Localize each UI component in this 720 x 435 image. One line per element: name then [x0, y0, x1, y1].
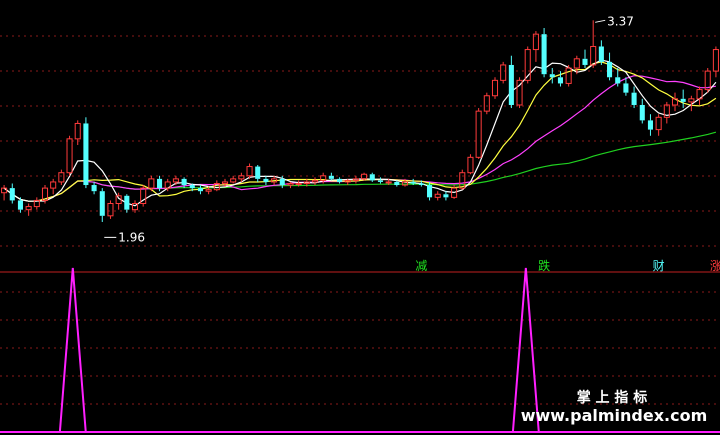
candle: [377, 177, 383, 184]
candle: [25, 203, 32, 216]
indicator-line: [58, 267, 540, 433]
signal-label-zhang: 涨: [710, 258, 720, 273]
candle: [99, 188, 105, 222]
candle: [655, 114, 662, 136]
candle: [647, 114, 653, 136]
indicator-spike: [58, 267, 87, 433]
candle: [328, 172, 334, 181]
candle: [58, 169, 65, 186]
candle: [9, 183, 15, 204]
candle: [516, 77, 523, 109]
candle: [475, 108, 482, 159]
candle: [671, 92, 679, 112]
candle: [197, 185, 203, 195]
candle: [83, 117, 89, 189]
watermark-title: 掌 上 指 标: [577, 389, 648, 406]
high-label: 3.37: [607, 14, 634, 28]
candle: [508, 55, 514, 109]
ma-green-line: [3, 131, 717, 202]
candle: [263, 175, 269, 186]
candle: [91, 181, 97, 195]
candle: [467, 154, 474, 175]
candle: [680, 89, 686, 109]
candle: [107, 200, 114, 219]
candle: [124, 194, 130, 213]
candle: [311, 177, 319, 186]
candles: [1, 20, 719, 222]
signal-label-jian: 减: [415, 259, 427, 273]
candle: [631, 86, 637, 109]
candle: [712, 46, 719, 78]
indicator-grid: [0, 291, 720, 405]
candle: [607, 52, 613, 81]
candle: [434, 191, 441, 201]
candle: [500, 61, 507, 84]
signal-label-cai: 财: [653, 259, 665, 273]
ma-yellow-line: [3, 61, 717, 202]
ma-white-line: [3, 59, 717, 207]
ma-magenta-line: [3, 75, 717, 202]
candle: [1, 185, 8, 201]
candle: [230, 175, 237, 184]
candle: [590, 20, 597, 69]
candle: [582, 49, 588, 69]
candle: [361, 172, 368, 181]
candle: [541, 28, 547, 78]
low-label: 1.96: [118, 230, 145, 244]
candle: [33, 197, 40, 210]
high-marker-line: [595, 19, 606, 23]
candlestick-chart: 3.37 1.96 减 跌 财 涨 掌 上 指 标 www.palmindex.…: [0, 14, 720, 433]
candle: [443, 191, 449, 201]
candle: [663, 101, 670, 124]
candle: [598, 40, 604, 65]
candle: [696, 86, 703, 105]
candle: [483, 92, 490, 115]
candle: [41, 185, 49, 204]
candle: [549, 68, 555, 84]
candle: [369, 172, 375, 182]
signal-labels: 减 跌 财 涨: [415, 258, 720, 273]
candle: [565, 64, 572, 87]
candle: [623, 77, 629, 96]
candle: [66, 135, 73, 176]
candle: [255, 165, 261, 182]
moving-average-lines: [3, 59, 717, 207]
candle: [491, 77, 499, 99]
candle: [337, 177, 343, 184]
signal-label-die: 跌: [538, 258, 550, 273]
candle: [704, 68, 711, 93]
candle: [639, 98, 645, 124]
watermark-url: www.palmindex.com: [521, 406, 708, 425]
watermark: 掌 上 指 标 www.palmindex.com: [521, 389, 708, 425]
candle: [140, 185, 147, 207]
candle: [50, 178, 57, 195]
